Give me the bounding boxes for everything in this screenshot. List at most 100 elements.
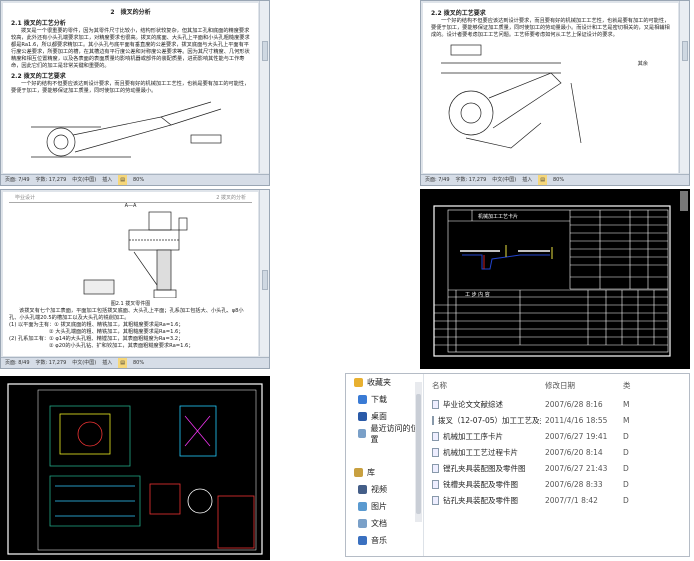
- file-name: 铣槽夹具装配及零件图: [443, 479, 518, 489]
- sidebar-item[interactable]: 最近访问的位置: [346, 424, 423, 444]
- music-icon: [358, 536, 367, 545]
- language: 中文(中国): [72, 360, 97, 366]
- star-icon: [354, 378, 363, 387]
- document-file-icon: [432, 463, 439, 473]
- document-file-icon: [432, 447, 439, 457]
- pictures-icon: [358, 502, 367, 511]
- view-mode-button[interactable]: ▤: [118, 358, 127, 368]
- document-page: 2 拨叉的分析 2.1 拨叉的工艺分析 拨叉是一个很重要的零件，因为其零件尺寸比…: [3, 3, 258, 173]
- documents-icon: [358, 519, 367, 528]
- column-date[interactable]: 修改日期: [541, 380, 623, 391]
- desktop-icon: [358, 412, 367, 421]
- cad-assembly-drawing: [0, 376, 270, 560]
- file-name: 机械加工工序卡片: [443, 431, 503, 441]
- file-row[interactable]: 机械加工工艺过程卡片 2007/6/20 8:14 D: [426, 444, 689, 460]
- web-page-file-icon: [432, 399, 439, 409]
- zoom-level[interactable]: 80%: [553, 175, 564, 185]
- scrollbar[interactable]: [680, 191, 688, 211]
- section-label: A—A: [124, 203, 137, 209]
- word-window-page7: 2 拨叉的分析 2.1 拨叉的工艺分析 拨叉是一个很重要的零件，因为其零件尺寸比…: [0, 0, 270, 186]
- language: 中文(中国): [492, 177, 517, 183]
- insert-mode[interactable]: 插入: [102, 358, 112, 368]
- zoom-level[interactable]: 80%: [133, 175, 144, 185]
- file-type: M: [623, 399, 630, 409]
- paragraph: 拨叉是一个很重要的零件，因为其零件尺寸比较小，结构形状较复杂，但其加工孔和底面的…: [11, 28, 250, 69]
- word-count: 字数: 17,279: [35, 177, 67, 183]
- zoom-level[interactable]: 80%: [133, 358, 144, 368]
- status-bar: 页面: 7/49 字数: 17,279 中文(中国) 插入 ▤ 80%: [1, 174, 269, 185]
- content-header: 工 步 内 容: [465, 291, 490, 298]
- sidebar-item[interactable]: 音乐: [346, 532, 423, 549]
- section-heading: 2.2 拨叉的工艺要求: [11, 73, 66, 80]
- nav-scrollbar[interactable]: [415, 382, 422, 522]
- file-date: 2007/6/28 8:16: [545, 399, 603, 409]
- header-left: 毕业设计: [15, 195, 36, 201]
- sidebar-item[interactable]: 收藏夹: [346, 374, 423, 391]
- column-headers: 名称 修改日期 类: [426, 374, 689, 396]
- word-window-page7-b: 2.2 拨叉的工艺要求 一个好的结构不但要应该达到设计要求，而且要有好的机械加工…: [420, 0, 690, 186]
- page-count: 页面: 7/49: [425, 177, 450, 183]
- sidebar-item[interactable]: 图片: [346, 498, 423, 515]
- chapter-title: 2 拨叉的分析: [110, 9, 151, 16]
- file-name: 钻孔夹具装配及零件图: [443, 495, 518, 505]
- column-type[interactable]: 类: [623, 380, 633, 391]
- word-count: 字数: 17,279: [455, 177, 487, 183]
- fixture-assembly-drawing: [7, 383, 263, 555]
- file-row[interactable]: 毕业论文文献综述 2007/6/28 8:16 M: [426, 396, 689, 412]
- sidebar-item-label: 视频: [371, 485, 387, 494]
- card-title: 机械加工工艺卡片: [478, 213, 518, 220]
- file-row[interactable]: 机械加工工序卡片 2007/6/27 19:41 D: [426, 428, 689, 444]
- document-page: 2.2 拨叉的工艺要求 一个好的结构不但要应该达到设计要求，而且要有好的机械加工…: [423, 3, 678, 173]
- sidebar-item[interactable]: 库: [346, 464, 423, 481]
- file-row[interactable]: 钻孔夹具装配及零件图 2007/7/1 8:42 D: [426, 492, 689, 508]
- file-type: D: [623, 431, 629, 441]
- vertical-scrollbar[interactable]: [259, 1, 269, 173]
- language: 中文(中国): [72, 177, 97, 183]
- web-page-file-icon: [432, 415, 434, 425]
- file-row[interactable]: 拨叉（12-07-05）加工工艺及夹具设计... 2011/4/16 18:55 M: [426, 412, 689, 428]
- list-item: ② 大头孔端面的粗、精铣加工，其粗糙度要求是Ra=1.6；: [49, 329, 184, 335]
- file-type: D: [623, 447, 629, 457]
- fork-section-drawing: [83, 211, 188, 299]
- sidebar-item-label: 收藏夹: [367, 378, 391, 387]
- view-mode-button[interactable]: ▤: [118, 175, 127, 185]
- document-file-icon: [432, 479, 439, 489]
- sidebar-item[interactable]: 文档: [346, 515, 423, 532]
- fork-part-drawing: [31, 101, 222, 158]
- file-date: 2011/4/16 18:55: [545, 415, 608, 425]
- page-count: 页面: 7/49: [5, 177, 30, 183]
- file-type: D: [623, 495, 629, 505]
- paragraph: 该拨叉有七个加工表面，平面加工包括拨叉底面、大头孔上平面；孔系加工包括大、小头孔…: [9, 308, 244, 321]
- sidebar-item-label: 桌面: [371, 412, 387, 421]
- vertical-scrollbar[interactable]: [679, 1, 689, 173]
- file-row[interactable]: 铣槽夹具装配及零件图 2007/6/28 8:33 D: [426, 476, 689, 492]
- insert-mode[interactable]: 插入: [522, 175, 532, 185]
- paragraph: 一个好的结构不但要应该达到设计要求，而且要有好的机械加工工艺性，也就是要有加工的…: [11, 81, 250, 94]
- process-card-drawing: 机械加工工艺卡片 工 步 内 容: [433, 205, 671, 357]
- vertical-scrollbar[interactable]: [259, 190, 269, 356]
- file-date: 2007/6/28 8:33: [545, 479, 603, 489]
- file-date: 2007/7/1 8:42: [545, 495, 598, 505]
- header-right: 2 拨叉的分析: [216, 195, 246, 201]
- library-icon: [354, 468, 363, 477]
- file-row[interactable]: 镗孔夹具装配图及零件图 2007/6/27 21:43 D: [426, 460, 689, 476]
- recent-places-icon: [358, 429, 367, 438]
- video-icon: [358, 485, 367, 494]
- list-item: (1) 以平面为主有：① 拨叉底面的粗、精铣加工，其粗糙度要求是Ra=1.6；: [9, 322, 184, 328]
- sidebar-item-label: 库: [367, 468, 375, 477]
- view-mode-button[interactable]: ▤: [538, 175, 547, 185]
- paragraph: 一个好的结构不但要应该达到设计要求，而且要有好的机械加工工艺性，也就是要有加工的…: [431, 18, 670, 38]
- sidebar-item[interactable]: 视频: [346, 481, 423, 498]
- column-name[interactable]: 名称: [426, 380, 541, 391]
- download-folder-icon: [358, 395, 367, 404]
- word-window-page8: 毕业设计 2 拨叉的分析 A—A 图2.1 拨叉零件图 该拨叉有七个加工表面，平面…: [0, 189, 270, 369]
- page-count: 页面: 8/49: [5, 360, 30, 366]
- status-bar: 页面: 7/49 字数: 17,279 中文(中国) 插入 ▤ 80%: [421, 174, 689, 185]
- insert-mode[interactable]: 插入: [102, 175, 112, 185]
- file-list: 名称 修改日期 类 毕业论文文献综述 2007/6/28 8:16 M 拨叉（12-0…: [426, 374, 689, 556]
- sidebar-item[interactable]: 下载: [346, 391, 423, 408]
- file-name: 拨叉（12-07-05）加工工艺及夹具设计...: [438, 415, 541, 425]
- sidebar-item-label: 下载: [371, 395, 387, 404]
- file-type: M: [623, 415, 630, 425]
- section-heading: 2.2 拨叉的工艺要求: [431, 10, 486, 17]
